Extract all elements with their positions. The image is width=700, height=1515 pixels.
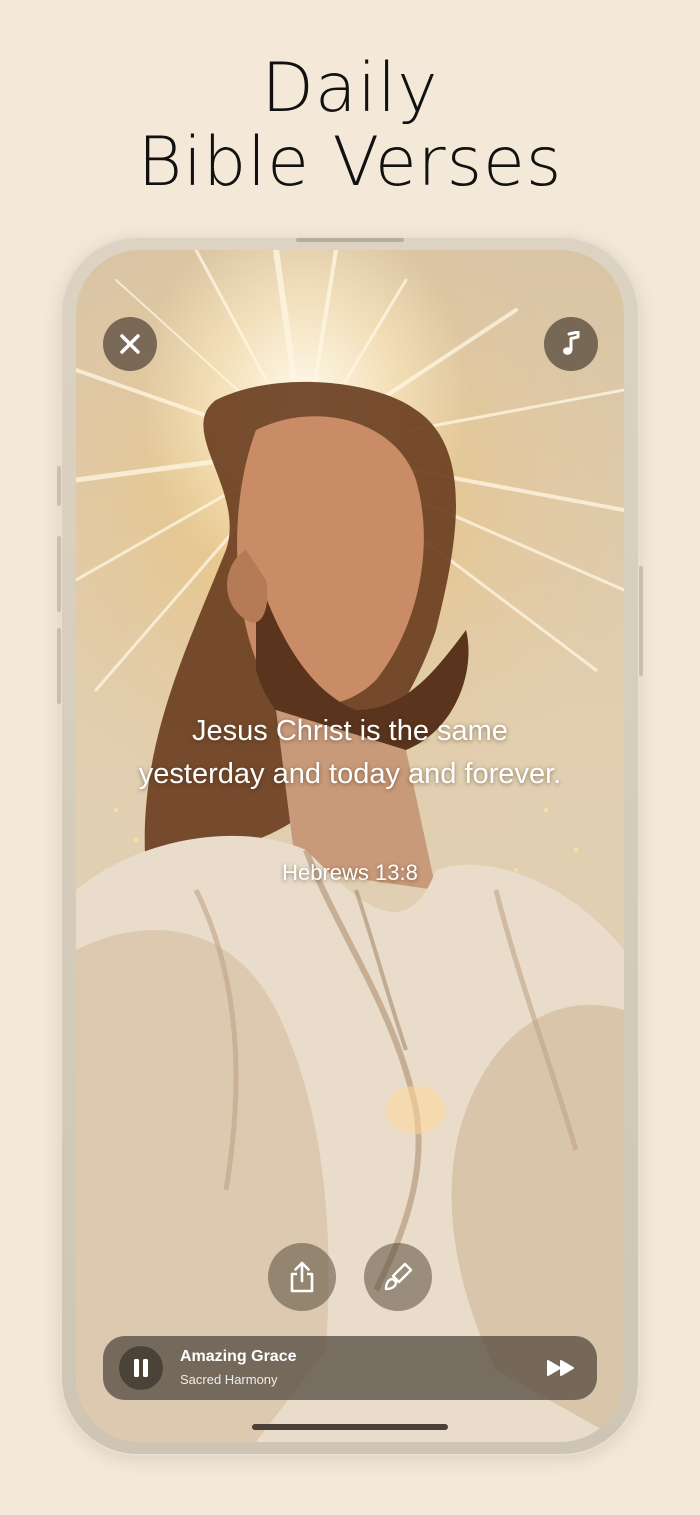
music-note-icon — [563, 331, 580, 355]
fast-forward-button[interactable] — [541, 1350, 581, 1386]
home-indicator[interactable] — [252, 1424, 448, 1430]
close-button[interactable] — [103, 317, 157, 371]
headline-line-1: Daily — [261, 49, 439, 128]
track-artist: Sacred Harmony — [180, 1372, 278, 1387]
verse-reference: Hebrews 13:8 — [282, 860, 418, 885]
jesus-illustration — [76, 381, 624, 1442]
phone-side-button — [57, 628, 61, 704]
pause-icon — [134, 1359, 148, 1377]
app-screen: Jesus Christ is the same yesterday and t… — [76, 250, 624, 1442]
phone-side-button — [57, 466, 61, 506]
close-icon — [120, 334, 140, 354]
fast-forward-icon — [547, 1360, 574, 1376]
music-button[interactable] — [544, 317, 598, 371]
brush-icon — [384, 1262, 413, 1291]
track-title: Amazing Grace — [180, 1348, 297, 1365]
music-player-bar[interactable]: Amazing Grace Sacred Harmony — [103, 1336, 597, 1400]
verse-text: Jesus Christ is the same yesterday and t… — [138, 715, 562, 790]
share-icon — [290, 1261, 314, 1293]
customize-brush-button[interactable] — [364, 1243, 432, 1311]
phone-frame: Jesus Christ is the same yesterday and t… — [57, 236, 643, 1456]
phone-side-button — [639, 566, 643, 676]
pause-button[interactable] — [119, 1346, 163, 1390]
app-headline: Daily Bible Verses — [0, 52, 700, 200]
share-button[interactable] — [268, 1243, 336, 1311]
phone-top-edge — [296, 238, 404, 242]
headline-line-2: Bible Verses — [137, 123, 563, 202]
phone-side-button — [57, 536, 61, 612]
